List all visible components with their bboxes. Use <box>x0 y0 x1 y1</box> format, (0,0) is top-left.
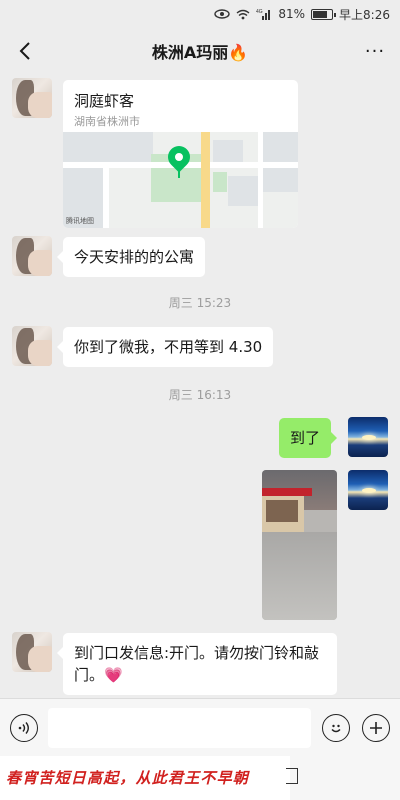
chat-area[interactable]: 洞庭虾客 湖南省株洲市 腾讯地图 今天安排的的公寓 周三 15:23 你到了微我… <box>0 74 400 698</box>
input-bar <box>0 698 400 756</box>
voice-button[interactable] <box>10 714 38 742</box>
contact-avatar[interactable] <box>12 326 52 366</box>
battery-icon <box>311 8 337 20</box>
my-avatar[interactable] <box>348 470 388 510</box>
eye-icon <box>214 9 231 19</box>
poem-overlay: 春宵苦短日高起，从此君王不早朝 <box>0 756 290 800</box>
keyboard-bracket-icon <box>286 768 298 784</box>
emoji-button[interactable] <box>322 714 350 742</box>
wifi-icon <box>236 9 250 20</box>
plus-icon <box>370 722 382 734</box>
message-input[interactable] <box>48 708 311 748</box>
message-bubble-mine[interactable]: 到了 <box>279 418 338 458</box>
contact-avatar[interactable] <box>12 236 52 276</box>
message-bubble[interactable]: 到门口发信息:开门。请勿按门铃和敲门。💗 <box>57 633 337 695</box>
map-credit: 腾讯地图 <box>66 217 94 225</box>
chat-title: 株洲A玛丽🔥 <box>151 43 249 62</box>
back-button[interactable] <box>10 36 40 66</box>
emoji-icon <box>331 724 341 733</box>
signal-4g-icon: 4G <box>256 8 272 20</box>
battery-fill <box>313 10 328 18</box>
more-options-button[interactable]: ··· <box>360 36 390 66</box>
photo-message[interactable] <box>262 470 337 620</box>
timestamp: 周三 15:23 <box>168 296 232 310</box>
message-bubble[interactable]: 你到了微我，不用等到 4.30 <box>56 327 274 367</box>
status-bar: 4G 81% 早上8:26 <box>0 0 400 28</box>
clock: 早上8:26 <box>339 7 390 22</box>
location-name: 洞庭虾客 <box>74 92 135 110</box>
location-address: 湖南省株洲市 <box>74 115 140 128</box>
chat-header: 株洲A玛丽🔥 ··· <box>0 28 400 74</box>
voice-icon <box>18 722 29 734</box>
plus-button[interactable] <box>362 714 390 742</box>
battery-percent: 81% <box>278 7 306 21</box>
contact-avatar[interactable] <box>12 632 52 672</box>
svg-text:4G: 4G <box>256 9 263 15</box>
location-map: 腾讯地图 <box>63 132 298 228</box>
timestamp: 周三 16:13 <box>168 388 232 402</box>
chevron-left-icon <box>19 42 30 60</box>
message-bubble[interactable]: 今天安排的的公寓 <box>56 237 206 277</box>
location-card[interactable]: 洞庭虾客 湖南省株洲市 腾讯地图 <box>63 80 298 228</box>
my-avatar[interactable] <box>348 417 388 457</box>
contact-avatar[interactable] <box>12 78 52 118</box>
